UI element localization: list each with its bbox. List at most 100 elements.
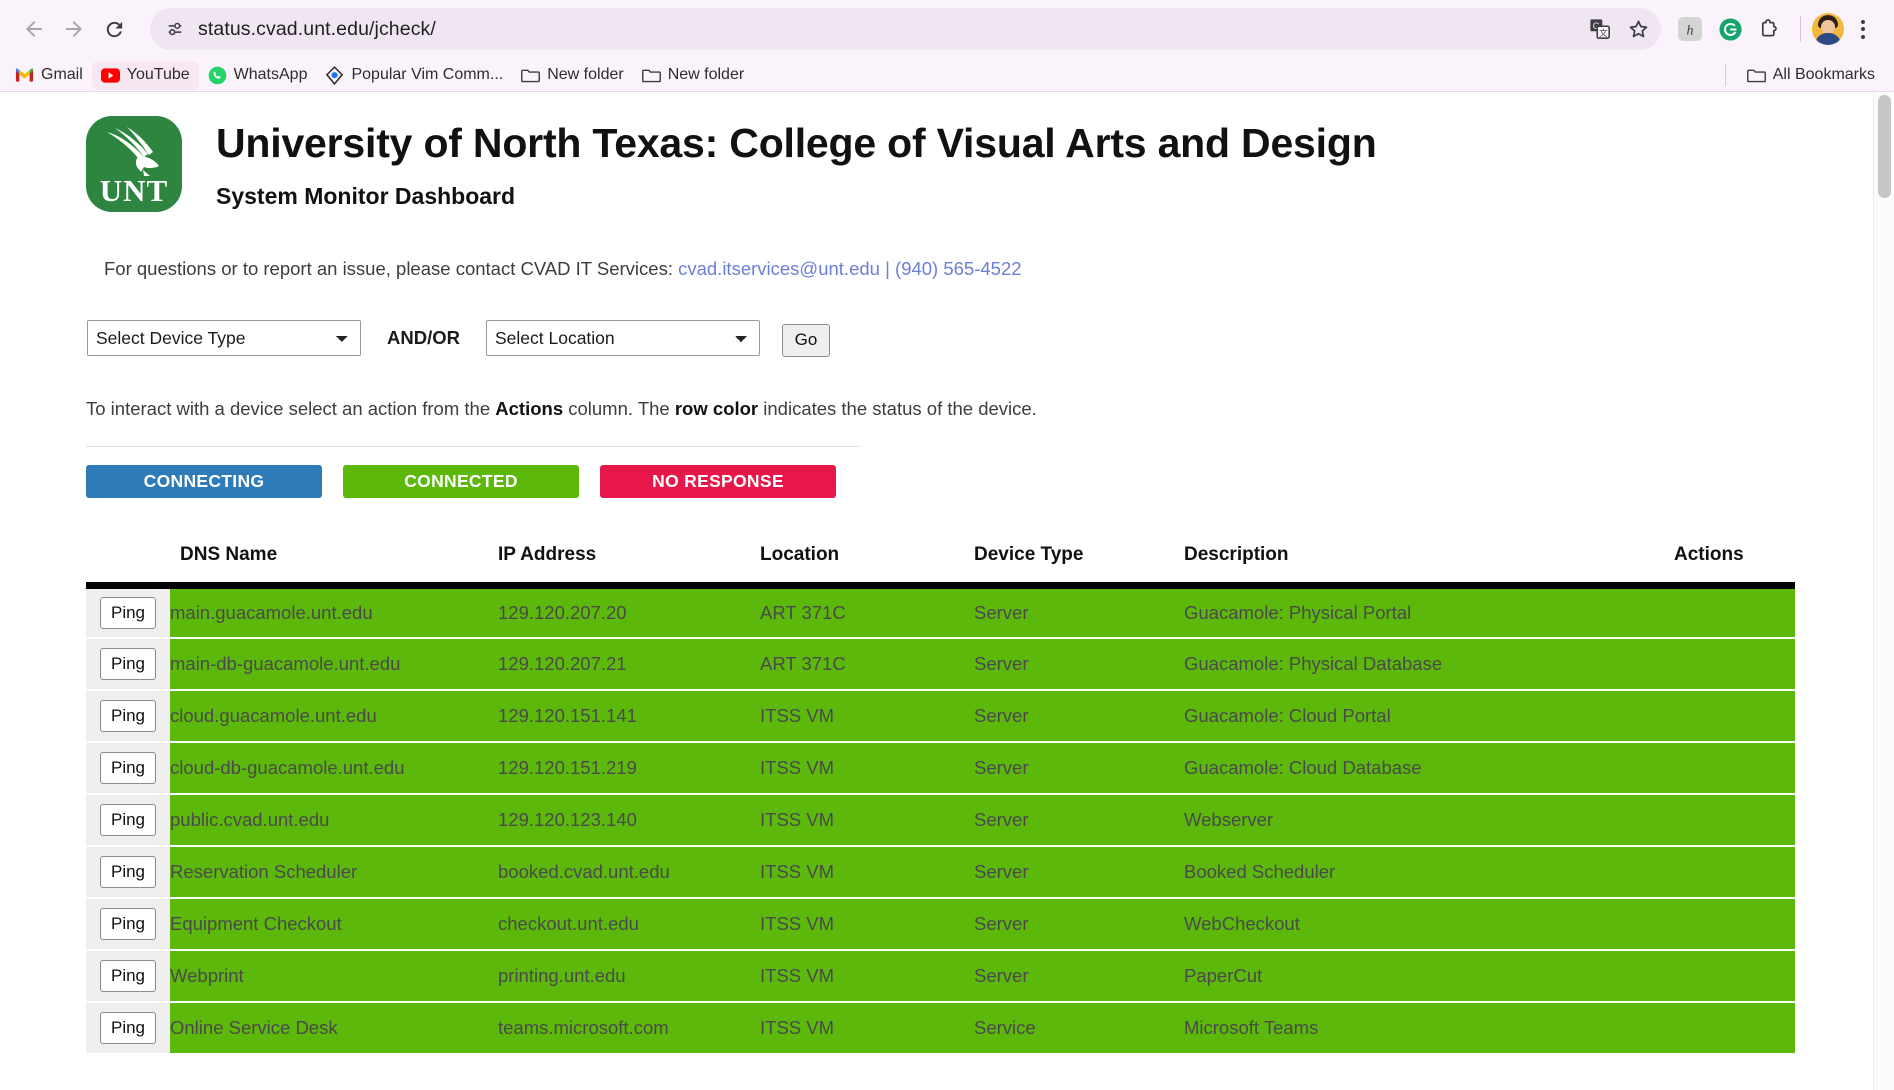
- action-cell: Ping: [86, 637, 170, 691]
- bookmark-youtube[interactable]: YouTube: [91, 60, 199, 90]
- legend-connecting-button[interactable]: CONNECTING: [86, 465, 322, 498]
- cell-location: ITSS VM: [760, 741, 974, 795]
- reload-button[interactable]: [94, 9, 134, 49]
- folder-icon: [641, 66, 661, 85]
- ping-button[interactable]: Ping: [100, 647, 156, 680]
- table-row: Ping Reservation Scheduler booked.cvad.unt…: [86, 845, 1795, 899]
- cell-ip: 129.120.207.21: [498, 637, 760, 691]
- cell-ip: 129.120.151.141: [498, 689, 760, 743]
- ping-button[interactable]: Ping: [100, 751, 156, 784]
- bookmark-whatsapp[interactable]: WhatsApp: [199, 61, 317, 90]
- cell-actions: [1674, 793, 1795, 847]
- th-description: Description: [1184, 544, 1289, 565]
- table-row: Ping Webprint printing.unt.edu ITSS VM Serve…: [86, 949, 1795, 1003]
- bookmark-gmail[interactable]: Gmail: [6, 61, 92, 90]
- omnibox-action-group: G 文: [1577, 8, 1661, 50]
- table-row: Ping cloud-db-guacamole.unt.edu 129.120.15…: [86, 741, 1795, 795]
- cell-description: PaperCut: [1184, 949, 1674, 1003]
- cell-device-type: Server: [974, 793, 1184, 847]
- forward-button[interactable]: [54, 9, 94, 49]
- location-select[interactable]: Select Location: [485, 320, 760, 356]
- cell-actions: [1674, 845, 1795, 899]
- cell-actions: [1674, 1001, 1795, 1055]
- bookmark-popular-vim-commands[interactable]: Popular Vim Comm...: [316, 61, 512, 90]
- action-cell: Ping: [86, 949, 170, 1003]
- instructions-bold-rowcolor: row color: [674, 398, 759, 419]
- cell-actions: [1674, 689, 1795, 743]
- hypothesis-extension-icon[interactable]: h: [1671, 10, 1709, 48]
- cell-dns: Webprint: [170, 949, 498, 1003]
- cell-device-type: Server: [974, 741, 1184, 795]
- legend-noresponse-button[interactable]: NO RESPONSE: [600, 465, 836, 498]
- ping-button[interactable]: Ping: [100, 803, 156, 836]
- ping-button[interactable]: Ping: [100, 907, 156, 940]
- device-type-select[interactable]: Select Device Type: [87, 320, 361, 356]
- ping-button[interactable]: Ping: [100, 699, 156, 732]
- browser-chrome: status.cvad.unt.edu/jcheck/ G 文 h Gmail …: [0, 0, 1894, 92]
- ping-button[interactable]: Ping: [100, 855, 156, 888]
- cell-ip: 129.120.207.20: [498, 585, 760, 639]
- bookmark-folder-1[interactable]: New folder: [512, 61, 632, 90]
- cell-device-type: Server: [974, 689, 1184, 743]
- action-cell: Ping: [86, 793, 170, 847]
- table-row: Ping Equipment Checkout checkout.unt.edu IT…: [86, 897, 1795, 951]
- legend-connected-button[interactable]: CONNECTED: [343, 465, 579, 498]
- profile-avatar[interactable]: [1812, 13, 1844, 45]
- bookmark-label: YouTube: [126, 66, 190, 83]
- folder-icon: [1746, 66, 1766, 85]
- contact-email-link[interactable]: cvad.itservices@unt.edu: [678, 258, 880, 279]
- cell-description: Guacamole: Cloud Database: [1184, 741, 1674, 795]
- folder-icon: [521, 66, 541, 85]
- instructions-part3: indicates the status of the device.: [758, 398, 1037, 419]
- title-column: University of North Texas: College of Vi…: [182, 116, 1377, 210]
- ping-button[interactable]: Ping: [100, 959, 156, 992]
- all-bookmarks-button[interactable]: All Bookmarks: [1738, 61, 1884, 90]
- page-subtitle: System Monitor Dashboard: [216, 183, 516, 210]
- svg-text:文: 文: [1599, 28, 1607, 38]
- bookmarks-bar: Gmail YouTube WhatsApp Popular Vim Comm.…: [0, 58, 1894, 92]
- address-bar[interactable]: status.cvad.unt.edu/jcheck/: [150, 8, 1623, 50]
- bookmark-star-icon[interactable]: [1619, 10, 1657, 48]
- ping-button[interactable]: Ping: [100, 596, 156, 629]
- table-row: Ping main-db-guacamole.unt.edu 129.120.207…: [86, 637, 1795, 691]
- all-bookmarks-group: All Bookmarks: [1724, 61, 1884, 90]
- bookmark-folder-2[interactable]: New folder: [633, 61, 753, 90]
- url-text: status.cvad.unt.edu/jcheck/: [198, 17, 436, 40]
- legend-divider: [86, 446, 861, 447]
- cell-dns: Equipment Checkout: [170, 897, 498, 951]
- cell-description: Guacamole: Physical Database: [1184, 637, 1674, 691]
- bookmarks-divider: [1724, 64, 1726, 86]
- table-header-row: DNS Name IP Address Location Device Type…: [86, 544, 1795, 586]
- page-scrollbar[interactable]: [1873, 92, 1894, 1090]
- translate-icon[interactable]: G 文: [1581, 10, 1619, 48]
- chrome-menu-icon[interactable]: [1846, 10, 1880, 48]
- cell-location: ITSS VM: [760, 689, 974, 743]
- cell-description: Microsoft Teams: [1184, 1001, 1674, 1055]
- toolbar-right-group: h: [1661, 10, 1880, 48]
- grammarly-extension-icon[interactable]: [1711, 10, 1749, 48]
- ping-button[interactable]: Ping: [100, 1011, 156, 1044]
- cell-location: ART 371C: [760, 637, 974, 691]
- instructions-part1: To interact with a device select an acti…: [86, 398, 496, 419]
- site-settings-icon[interactable]: [160, 14, 190, 44]
- cell-location: ITSS VM: [760, 949, 974, 1003]
- cell-description: Guacamole: Cloud Portal: [1184, 689, 1674, 743]
- all-bookmarks-label: All Bookmarks: [1772, 66, 1875, 83]
- instructions-bold-actions: Actions: [495, 398, 564, 419]
- cell-description: Webserver: [1184, 793, 1674, 847]
- cell-ip: printing.unt.edu: [498, 949, 760, 1003]
- cell-actions: [1674, 741, 1795, 795]
- extensions-puzzle-icon[interactable]: [1751, 10, 1789, 48]
- cell-dns: Reservation Scheduler: [170, 845, 498, 899]
- page-scrollbar-thumb[interactable]: [1878, 95, 1891, 198]
- browser-toolbar: status.cvad.unt.edu/jcheck/ G 文 h: [0, 0, 1894, 58]
- cell-dns: public.cvad.unt.edu: [170, 793, 498, 847]
- back-button[interactable]: [14, 9, 54, 49]
- go-button[interactable]: Go: [781, 323, 830, 357]
- contact-phone-link[interactable]: (940) 565-4522: [895, 258, 1022, 279]
- cell-device-type: Service: [974, 1001, 1184, 1055]
- table-row: Ping public.cvad.unt.edu 129.120.123.140 IT…: [86, 793, 1795, 847]
- toolbar-divider: [1800, 16, 1801, 42]
- cell-ip: checkout.unt.edu: [498, 897, 760, 951]
- bookmark-label: New folder: [547, 66, 624, 83]
